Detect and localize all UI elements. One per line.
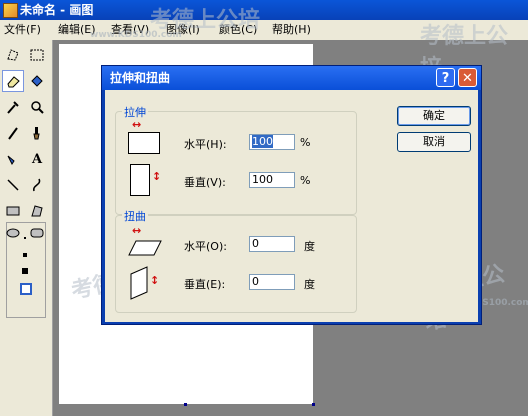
polygon-icon[interactable] <box>26 200 48 222</box>
stretch-horizontal-label: 水平(H): <box>184 138 227 151</box>
skew-group: 扭曲 ↔ 水平(O): 0 度 ↕ 垂直(E): 0 度 <box>115 208 357 313</box>
airbrush-icon[interactable] <box>2 148 24 170</box>
skew-horizontal-unit: 度 <box>304 240 315 253</box>
skew-horizontal-label: 水平(O): <box>184 240 227 253</box>
stretch-vertical-input[interactable]: 100 <box>249 172 295 188</box>
eyedropper-icon[interactable] <box>2 96 24 118</box>
eraser-size-large[interactable] <box>22 268 28 274</box>
help-button[interactable]: ? <box>436 68 455 87</box>
skew-vertical-label: 垂直(E): <box>184 278 226 291</box>
eraser-icon[interactable] <box>2 70 24 92</box>
dialog-title: 拉伸和扭曲 <box>110 71 171 85</box>
stretch-horizontal-icon <box>128 132 160 154</box>
line-icon[interactable] <box>2 174 24 196</box>
curve-icon[interactable] <box>26 174 48 196</box>
fill-bucket-icon[interactable] <box>26 70 48 92</box>
window-title: 未命名 - 画图 <box>20 3 94 17</box>
dialog-titlebar[interactable]: 拉伸和扭曲 ? ✕ <box>102 66 481 90</box>
cancel-button[interactable]: 取消 <box>397 132 471 152</box>
free-select-icon[interactable] <box>2 44 24 66</box>
paint-app-icon <box>3 3 18 18</box>
canvas-resize-handle-bottom[interactable] <box>184 403 187 406</box>
magnifier-icon[interactable] <box>26 96 48 118</box>
stretch-skew-dialog: 拉伸和扭曲 ? ✕ 拉伸 ↔ 水平(H): 100 % ↕ 垂直(V): 100… <box>101 65 482 325</box>
pencil-icon[interactable] <box>2 122 24 144</box>
skew-vertical-icon <box>130 266 148 300</box>
window-titlebar: 未命名 - 画图 <box>0 0 528 20</box>
horizontal-arrow-icon: ↔ <box>132 224 142 237</box>
horizontal-arrow-icon: ↔ <box>132 118 142 131</box>
close-button[interactable]: ✕ <box>458 68 477 87</box>
menu-help[interactable]: 帮助(H) <box>272 20 311 40</box>
brush-icon[interactable] <box>26 122 48 144</box>
stretch-vertical-icon <box>130 164 150 196</box>
menu-view[interactable]: 查看(V) <box>111 20 149 40</box>
text-tool-icon[interactable]: A <box>26 148 48 170</box>
canvas-resize-handle-corner[interactable] <box>312 403 315 406</box>
vertical-arrow-icon: ↕ <box>150 274 160 287</box>
ellipse-icon[interactable] <box>2 222 24 244</box>
ok-button[interactable]: 确定 <box>397 106 471 126</box>
stretch-group: 拉伸 ↔ 水平(H): 100 % ↕ 垂直(V): 100 % <box>115 104 357 215</box>
rectangle-icon[interactable] <box>2 200 24 222</box>
stretch-vertical-label: 垂直(V): <box>184 176 226 189</box>
vertical-arrow-icon: ↕ <box>152 170 162 183</box>
menu-edit[interactable]: 编辑(E) <box>58 20 96 40</box>
menu-image[interactable]: 图像(I) <box>166 20 200 40</box>
skew-horizontal-input[interactable]: 0 <box>249 236 295 252</box>
skew-vertical-input[interactable]: 0 <box>249 274 295 290</box>
skew-vertical-unit: 度 <box>304 278 315 291</box>
stretch-vertical-unit: % <box>300 174 311 187</box>
eraser-size-xlarge-selected[interactable] <box>20 283 32 295</box>
rounded-rectangle-icon[interactable] <box>26 222 48 244</box>
dialog-body: 拉伸 ↔ 水平(H): 100 % ↕ 垂直(V): 100 % 扭曲 ↔ 水平… <box>105 90 478 322</box>
menu-bar: 文件(F) 编辑(E) 查看(V) 图像(I) 颜色(C) 帮助(H) <box>0 20 528 40</box>
menu-colors[interactable]: 颜色(C) <box>219 20 257 40</box>
menu-file[interactable]: 文件(F) <box>4 20 41 40</box>
skew-horizontal-icon <box>128 240 162 256</box>
stretch-horizontal-unit: % <box>300 136 311 149</box>
rect-select-icon[interactable] <box>26 44 48 66</box>
stretch-horizontal-input[interactable]: 100 <box>249 134 295 150</box>
eraser-size-medium[interactable] <box>23 253 27 257</box>
skew-group-label: 扭曲 <box>122 208 148 224</box>
